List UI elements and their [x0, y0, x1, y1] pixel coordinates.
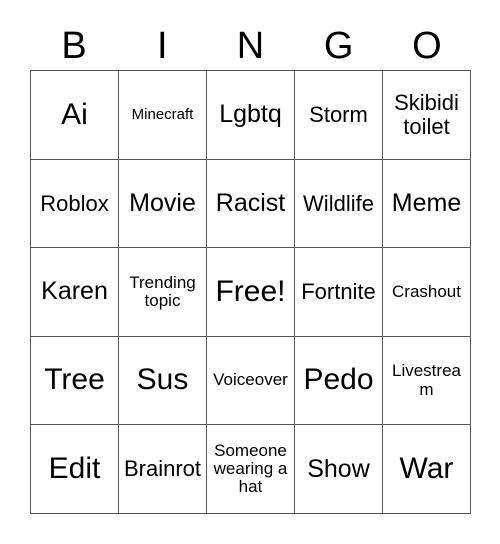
bingo-cell-i3[interactable]: Trending topic [119, 248, 207, 337]
header-letter-i: I [157, 25, 168, 67]
bingo-cell-n5[interactable]: Someone wearing a hat [207, 425, 295, 514]
bingo-cell-label: Voiceover [213, 370, 288, 390]
bingo-cell-o4[interactable]: Livestream [383, 336, 471, 426]
bingo-cell-label: Show [307, 454, 370, 483]
bingo-cell-label: Racist [215, 188, 286, 217]
bingo-grid: Ai Minecraft Lgbtq Storm Skibidi toilet … [30, 70, 471, 514]
bingo-cell-label: Trending topic [129, 272, 196, 310]
bingo-cell-label: Livestream [392, 361, 461, 399]
bingo-cell-b2[interactable]: Roblox [31, 159, 119, 249]
bingo-cell-g2[interactable]: Wildlife [295, 159, 383, 249]
bingo-cell-label: Lgbtq [219, 100, 282, 129]
bingo-cell-g4[interactable]: Pedo [295, 336, 383, 426]
bingo-cell-b4[interactable]: Tree [31, 336, 119, 426]
header-letter-n: N [236, 25, 265, 67]
bingo-cell-label: Sus [136, 363, 189, 397]
bingo-cell-label: Tree [44, 363, 105, 397]
bingo-cell-n4[interactable]: Voiceover [207, 336, 295, 426]
bingo-cell-o2[interactable]: Meme [383, 159, 471, 249]
bingo-cell-label: Roblox [40, 190, 109, 216]
bingo-cell-label: Ai [61, 97, 88, 131]
bingo-cell-label: Someone wearing a hat [213, 440, 288, 497]
bingo-card: B I N G O Ai Minecraft Lgbtq Storm Skibi… [0, 0, 500, 544]
bingo-cell-g1[interactable]: Storm [295, 71, 383, 160]
bingo-cell-b3[interactable]: Karen [31, 248, 119, 337]
bingo-cell-i5[interactable]: Brainrot [119, 425, 207, 514]
bingo-cell-o3[interactable]: Crashout [383, 248, 471, 337]
bingo-cell-n1[interactable]: Lgbtq [207, 71, 295, 160]
bingo-cell-label: War [399, 451, 454, 485]
header-letter-o: O [412, 25, 442, 67]
bingo-cell-label: Wildlife [303, 190, 374, 216]
bingo-cell-label: Storm [309, 101, 368, 127]
bingo-cell-label: Meme [391, 188, 462, 217]
bingo-cell-n2[interactable]: Racist [207, 159, 295, 249]
bingo-cell-o5[interactable]: War [383, 425, 471, 514]
bingo-cell-free-space[interactable]: Free! [207, 248, 295, 337]
header-letter-g: G [323, 25, 354, 67]
bingo-cell-label: Edit [48, 451, 101, 485]
bingo-cell-label: Karen [41, 277, 108, 306]
bingo-cell-i2[interactable]: Movie [119, 159, 207, 249]
bingo-cell-label: Minecraft [131, 105, 194, 123]
bingo-cell-label: Fortnite [301, 279, 376, 305]
bingo-cell-label: Brainrot [123, 456, 202, 482]
header-letter-b: B [61, 25, 87, 67]
bingo-cell-g3[interactable]: Fortnite [295, 248, 383, 337]
bingo-cell-label: Pedo [303, 363, 374, 397]
bingo-cell-b5[interactable]: Edit [31, 425, 119, 514]
bingo-cell-b1[interactable]: Ai [31, 71, 119, 160]
bingo-cell-label: Movie [129, 188, 196, 217]
bingo-cell-o1[interactable]: Skibidi toilet [383, 71, 471, 160]
bingo-cell-label: Skibidi toilet [394, 90, 459, 139]
bingo-cell-i4[interactable]: Sus [119, 336, 207, 426]
bingo-cell-g5[interactable]: Show [295, 425, 383, 514]
bingo-cell-label: Crashout [392, 281, 461, 301]
bingo-cell-i1[interactable]: Minecraft [119, 71, 207, 160]
bingo-header-row: B I N G O [30, 22, 471, 70]
bingo-cell-label: Free! [215, 274, 286, 308]
